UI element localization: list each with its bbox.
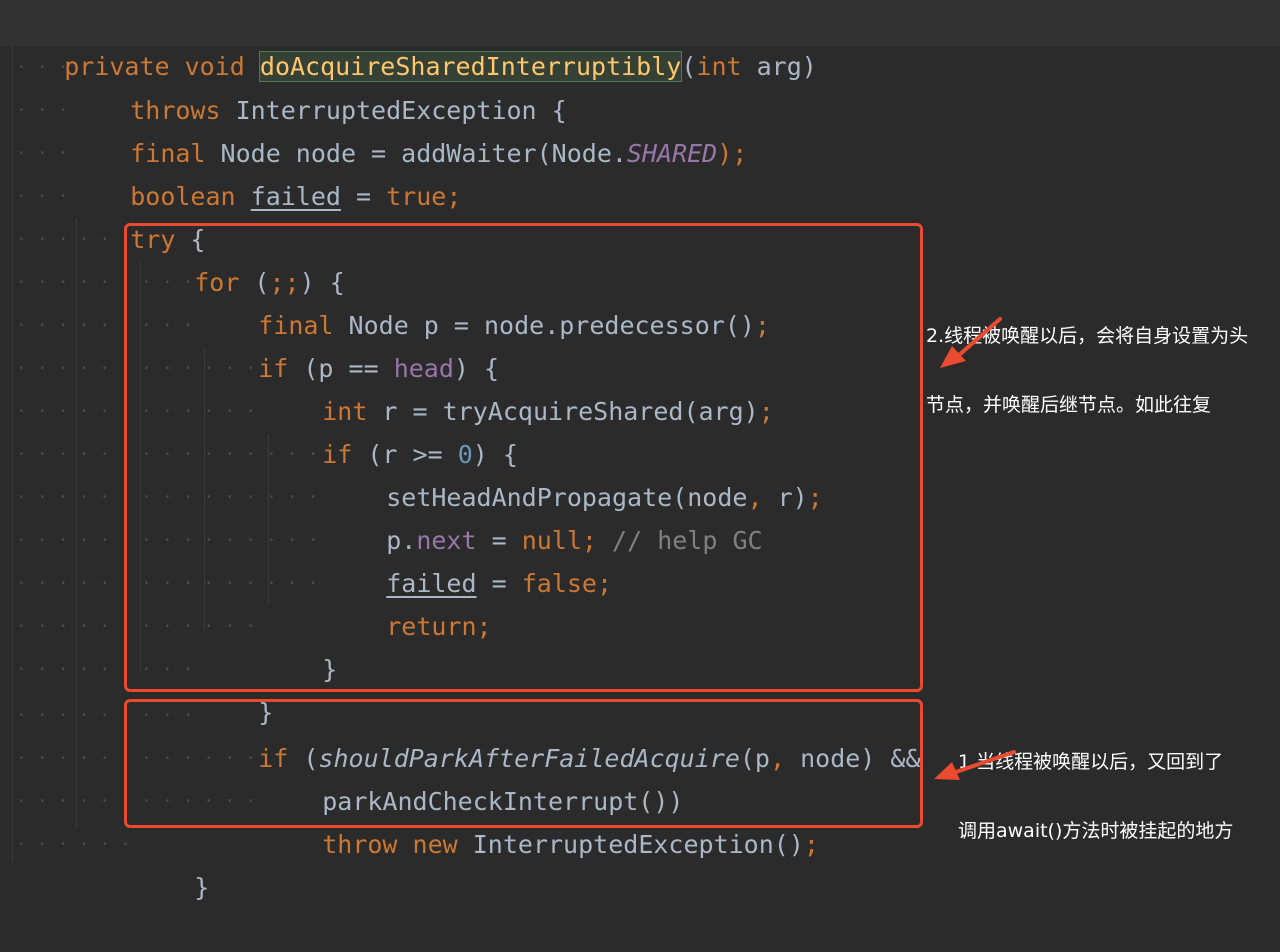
token: } xyxy=(194,873,210,902)
code-editor[interactable]: ··· ··· ··· ··· ······ ········· ·······… xyxy=(0,0,1280,902)
annotation-arrows xyxy=(934,317,1016,780)
arrow-icon-note-1 xyxy=(934,750,1016,780)
arrow-icon-note-2 xyxy=(940,317,1002,368)
